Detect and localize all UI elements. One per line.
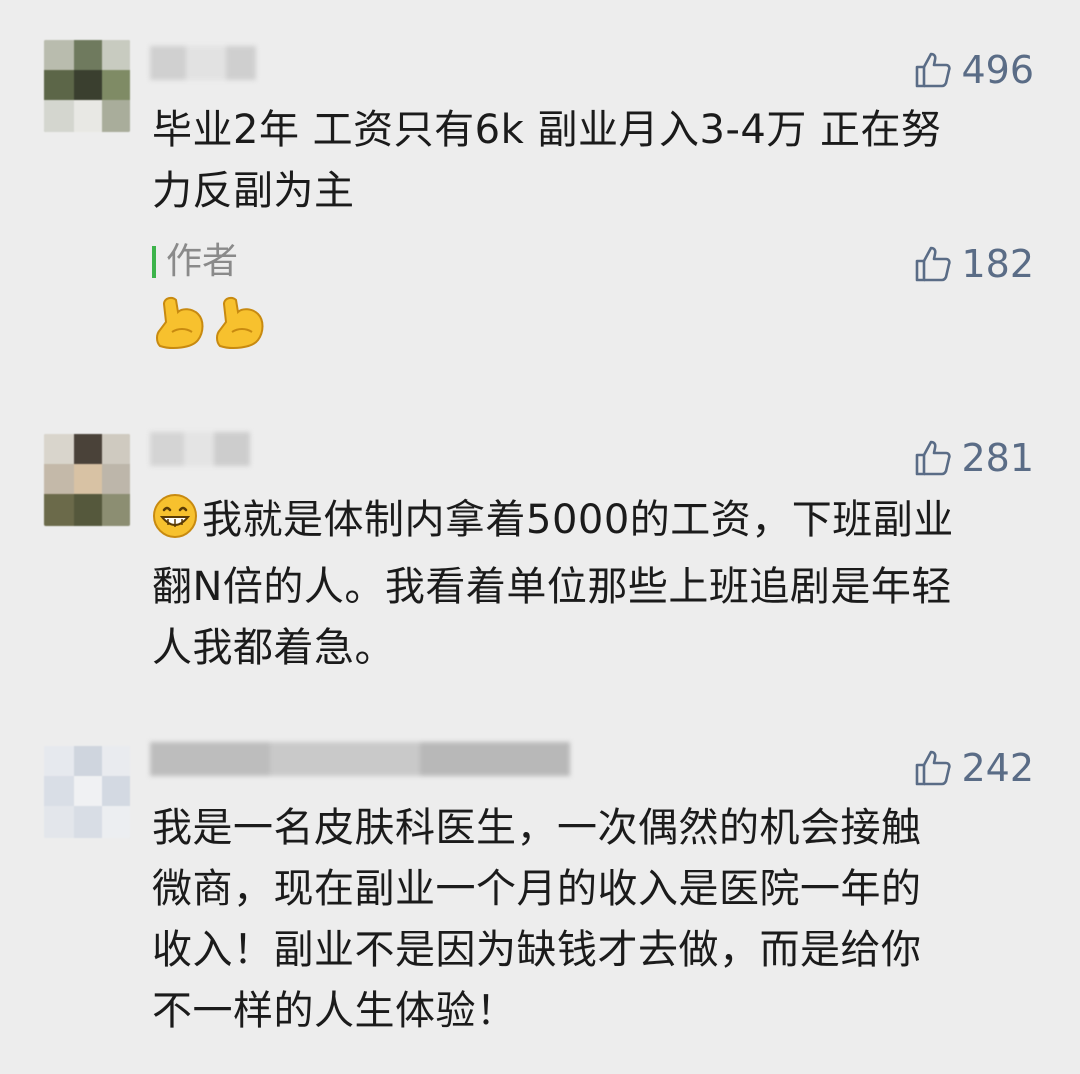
thumbs-up-icon [916, 52, 952, 88]
username-blurred[interactable] [150, 432, 250, 466]
avatar[interactable] [44, 746, 130, 838]
comment-line-text: 我就是体制内拿着5000的工资，下班副业 [202, 497, 954, 543]
author-bar [152, 246, 156, 278]
like-button[interactable]: 496 [913, 48, 1034, 92]
comment-line: 力反副为主 [152, 168, 355, 214]
comment-1: 496 毕业2年 工资只有6k 副业月入3-4万 正在努 力反副为主 作者 18… [0, 0, 1080, 420]
comment-line: 翻N倍的人。我看着单位那些上班追剧是年轻 [152, 564, 952, 610]
like-button[interactable]: 242 [913, 746, 1034, 790]
flexed-biceps-icon [156, 296, 204, 349]
comment-line: 微商，现在副业一个月的收入是医院一年的 [152, 866, 922, 912]
like-count: 182 [961, 242, 1034, 286]
flexed-biceps-icon [216, 296, 264, 349]
comment-line: 收入！副业不是因为缺钱才去做，而是给你 [152, 927, 922, 973]
username-blurred[interactable] [150, 742, 570, 776]
comment-3: 242 我是一名皮肤科医生，一次偶然的机会接触 微商，现在副业一个月的收入是医院… [0, 720, 1080, 1074]
like-count: 496 [961, 48, 1034, 92]
like-count: 281 [961, 436, 1034, 480]
thumbs-up-icon [916, 440, 952, 476]
comment-text: 毕业2年 工资只有6k 副业月入3-4万 正在努 力反副为主 [152, 100, 1032, 222]
comment-line: 我是一名皮肤科医生，一次偶然的机会接触 [152, 805, 922, 851]
comment-text: 我就是体制内拿着5000的工资，下班副业 翻N倍的人。我看着单位那些上班追剧是年… [152, 490, 1032, 679]
thumbs-up-icon [916, 750, 952, 786]
comment-text: 我是一名皮肤科医生，一次偶然的机会接触 微商，现在副业一个月的收入是医院一年的 … [152, 798, 1032, 1042]
author-reply-emoji [152, 292, 268, 352]
thumbs-up-icon [916, 246, 952, 282]
comment-line: 毕业2年 工资只有6k 副业月入3-4万 正在努 [152, 107, 942, 153]
author-reply-tag: 作者 [152, 240, 238, 284]
avatar[interactable] [44, 40, 130, 132]
grinning-face-icon [152, 493, 198, 557]
comment-line: 我就是体制内拿着5000的工资，下班副业 [152, 490, 1032, 557]
comment-line: 人我都着急。 [152, 625, 395, 671]
author-label: 作者 [166, 241, 239, 282]
comment-line: 不一样的人生体验！ [152, 988, 517, 1034]
comment-2: 281 我就是体制内拿着5000的工资，下班副业 翻N倍的人。我看着单位那些上班… [0, 420, 1080, 720]
author-like-button[interactable]: 182 [913, 242, 1034, 286]
avatar[interactable] [44, 434, 130, 526]
username-blurred[interactable] [150, 46, 256, 80]
like-count: 242 [961, 746, 1034, 790]
like-button[interactable]: 281 [913, 436, 1034, 480]
